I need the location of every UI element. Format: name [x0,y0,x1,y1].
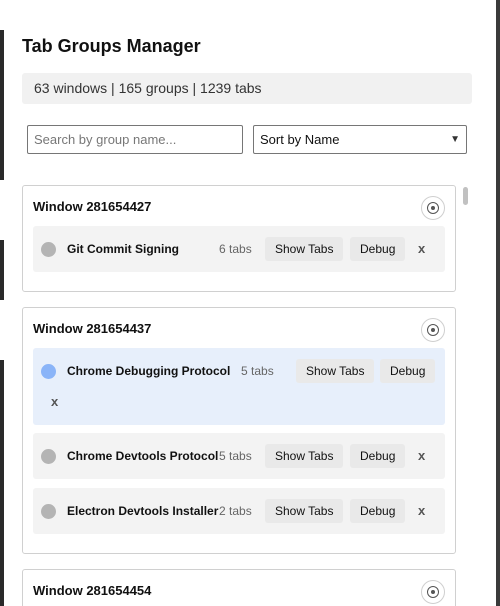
group-row[interactable]: Electron Devtools Installer 2 tabs Show … [33,488,445,534]
close-group-button[interactable]: x [418,241,425,256]
window-card: Window 281654427 Git Commit Signing 6 ta… [22,185,456,292]
focus-window-button[interactable] [421,318,445,342]
focus-window-button[interactable] [421,196,445,220]
debug-button[interactable]: Debug [350,499,406,523]
stats-summary: 63 windows | 165 groups | 1239 tabs [22,73,472,104]
close-group-button[interactable]: x [418,503,425,518]
windows-list[interactable]: Window 281654427 Git Commit Signing 6 ta… [22,185,458,606]
group-row[interactable]: Chrome Devtools Protocol 5 tabs Show Tab… [33,433,445,479]
chevron-down-icon: ▼ [450,134,460,145]
show-tabs-button[interactable]: Show Tabs [265,444,344,468]
window-title: Window 281654454 [33,583,152,598]
group-name: Electron Devtools Installer [67,504,219,518]
debug-button[interactable]: Debug [350,237,406,261]
group-color-icon [41,242,56,257]
window-card: Window 281654437 Chrome Debugging Protoc… [22,307,456,554]
debug-button[interactable]: Debug [350,444,406,468]
close-group-button[interactable]: x [418,448,425,463]
window-title: Window 281654427 [33,199,152,214]
group-name: Git Commit Signing [67,242,179,256]
search-input[interactable] [27,125,243,154]
group-color-icon [41,364,56,379]
target-icon [427,324,439,336]
scrollbar-thumb[interactable] [463,187,468,205]
show-tabs-button[interactable]: Show Tabs [296,359,375,383]
tab-groups-popup: Tab Groups Manager 63 windows | 165 grou… [4,0,496,606]
sort-select[interactable]: Sort by Name ▼ [253,125,467,154]
target-icon [427,586,439,598]
group-tab-count: 5 tabs [241,364,274,378]
group-tab-count: 5 tabs [219,449,252,463]
group-row[interactable]: Git Commit Signing 6 tabs Show Tabs Debu… [33,226,445,272]
group-tab-count: 6 tabs [219,242,252,256]
group-tab-count: 2 tabs [219,504,252,518]
group-color-icon [41,449,56,464]
target-icon [427,202,439,214]
group-name: Chrome Debugging Protocol [67,364,231,378]
window-card: Window 281654454 [22,569,456,606]
group-row[interactable]: Chrome Debugging Protocol 5 tabs Show Ta… [33,348,445,425]
close-group-button[interactable]: x [51,394,58,409]
group-color-icon [41,504,56,519]
window-title: Window 281654437 [33,321,152,336]
group-name: Chrome Devtools Protocol [67,449,219,463]
show-tabs-button[interactable]: Show Tabs [265,499,344,523]
window-edge [496,0,500,606]
show-tabs-button[interactable]: Show Tabs [265,237,344,261]
debug-button[interactable]: Debug [380,359,436,383]
page-title: Tab Groups Manager [22,36,201,56]
sort-select-value: Sort by Name [260,132,340,147]
focus-window-button[interactable] [421,580,445,604]
